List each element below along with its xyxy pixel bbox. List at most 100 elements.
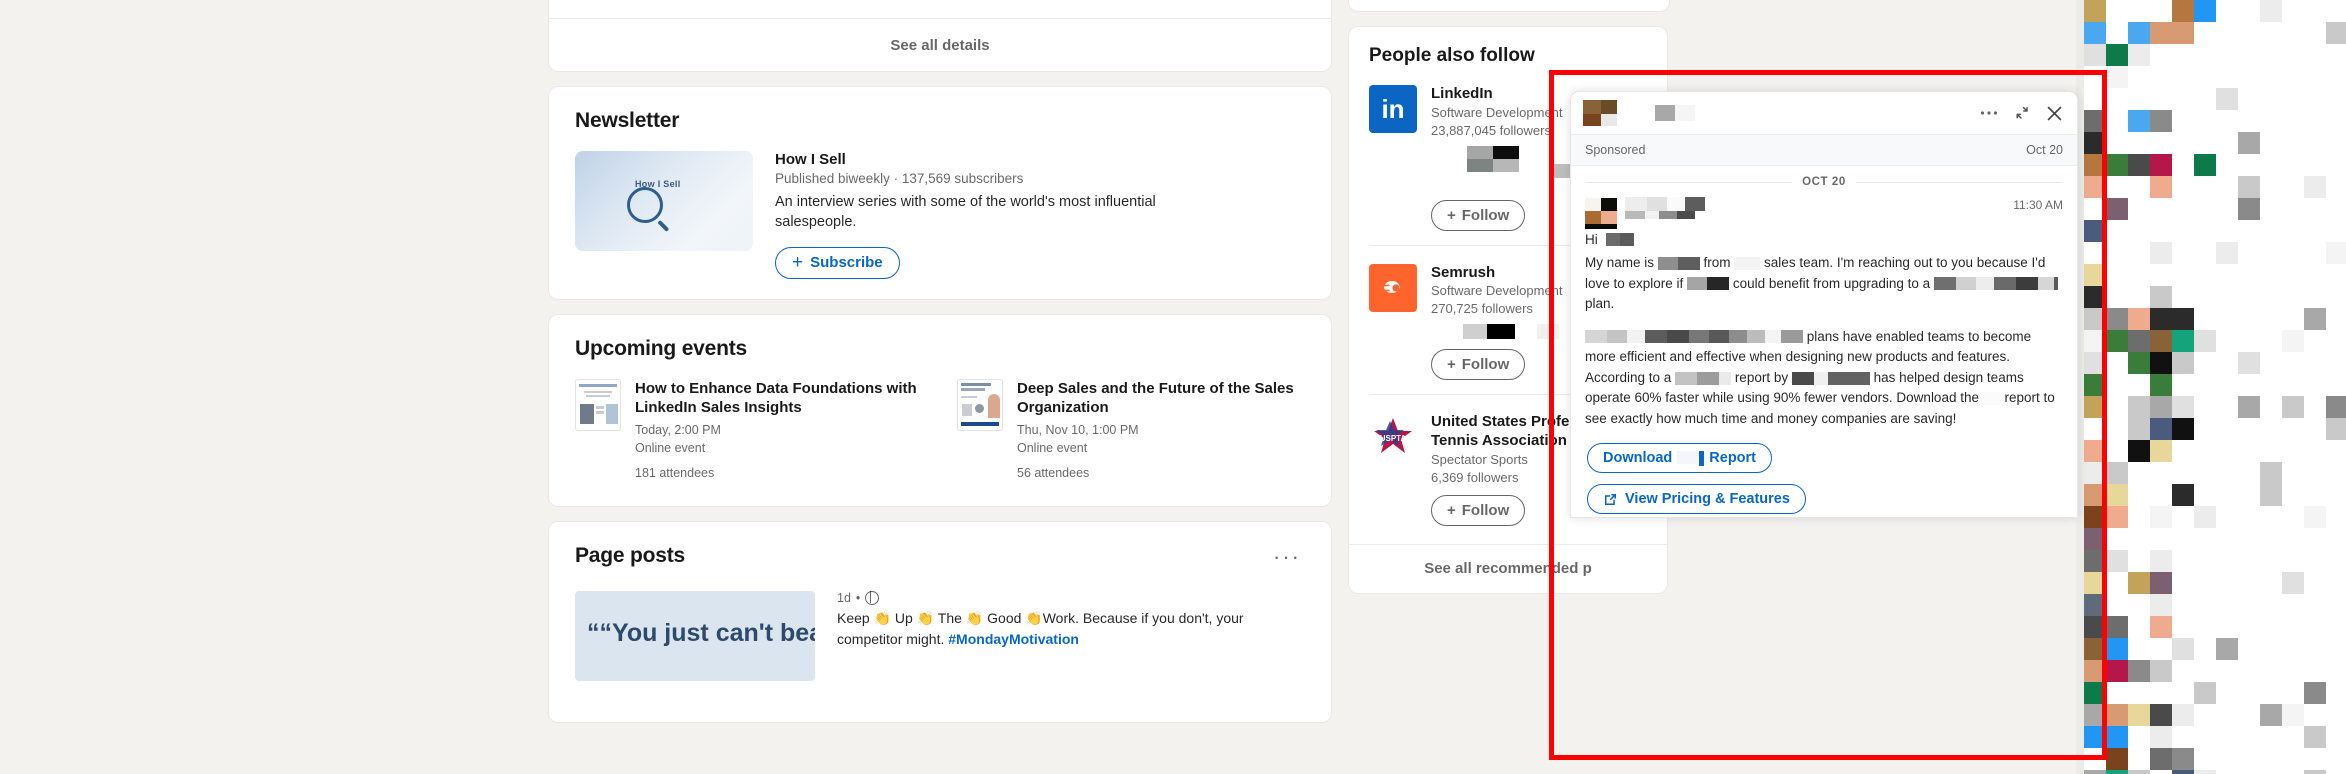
post-body: Keep 👏 Up 👏 The 👏 Good 👏Work. Because if… — [837, 610, 1244, 648]
redacted-inline — [1585, 330, 1803, 344]
svg-text:USPTA: USPTA — [1380, 434, 1407, 443]
post-meta: 1d • — [837, 590, 1305, 606]
redacted-inline — [1697, 371, 1732, 385]
event-title[interactable]: How to Enhance Data Foundations with Lin… — [635, 379, 923, 418]
redacted-avatar — [1583, 100, 1617, 126]
view-pricing-label: View Pricing & Features — [1625, 491, 1790, 508]
sponsored-date: Oct 20 — [2026, 143, 2063, 157]
newsletter-description: An interview series with some of the wor… — [775, 194, 1156, 231]
newsletter-title[interactable]: How I Sell — [775, 151, 1215, 168]
clap-emoji: 👏 — [1025, 610, 1043, 627]
sponsored-bar: Sponsored Oct 20 — [1571, 134, 2077, 166]
events-heading: Upcoming events — [575, 336, 748, 360]
follow-label: Follow — [1461, 501, 1510, 519]
redacted-inline — [1657, 256, 1700, 270]
redacted-inline — [1791, 371, 1870, 385]
entity-name[interactable]: United States Profes Tennis Association — [1431, 413, 1579, 451]
follow-button[interactable]: + Follow — [1431, 494, 1526, 526]
event-attendees: 181 attendees — [635, 465, 715, 480]
follow-button[interactable]: + Follow — [1431, 199, 1526, 231]
message-time: 11:30 AM — [2013, 198, 2063, 212]
plus-icon: + — [1447, 501, 1456, 519]
event-attendees: 56 attendees — [1017, 465, 1090, 480]
message-panel-header — [1571, 92, 2077, 134]
clap-emoji: 👏 — [965, 610, 984, 627]
message-greeting: Hi — [1585, 232, 1598, 247]
subscribe-button[interactable]: + Subscribe — [775, 246, 900, 279]
upcoming-events-card: Upcoming events How to Enhance Data Foun… — [548, 313, 1332, 507]
page-background-left — [0, 0, 548, 774]
event-thumbnail — [957, 378, 1003, 431]
more-options-icon[interactable] — [1980, 110, 1998, 116]
event-when: Thu, Nov 10, 1:00 PM — [1017, 422, 1139, 437]
event-title[interactable]: Deep Sales and the Future of the Sales O… — [1017, 379, 1305, 418]
logo-text: in — [1381, 94, 1405, 124]
date-separator-label: OCT 20 — [1802, 176, 1846, 188]
follow-label: Follow — [1461, 356, 1510, 374]
newsletter-thumbnail: How I Sell — [575, 151, 753, 252]
redacted-block — [1463, 324, 1559, 340]
redacted-inline — [1675, 371, 1698, 385]
subscribe-label: Subscribe — [810, 254, 883, 272]
post-hashtag[interactable]: #MondayMotivation — [948, 631, 1079, 647]
message-body: 11:30 AM Hi My name is from sales team. … — [1571, 194, 2077, 517]
event-thumbnail — [575, 378, 621, 431]
event-item[interactable]: How to Enhance Data Foundations with Lin… — [575, 378, 923, 480]
date-separator-line-right — [1855, 181, 2063, 183]
post-age: 1d — [837, 591, 851, 606]
redacted-inline — [1687, 277, 1730, 291]
redacted-inline — [1933, 277, 2058, 291]
redacted-inline — [1982, 392, 2001, 406]
post-thumbnail[interactable]: ““You just can't beat — [575, 591, 815, 682]
page-posts-more-icon[interactable]: ··· — [1269, 544, 1305, 569]
external-link-icon — [1603, 492, 1618, 507]
post-dot: • — [855, 591, 861, 606]
redacted-sender-name — [1655, 105, 1695, 121]
sponsored-label: Sponsored — [1585, 143, 1646, 157]
download-label: Download — [1603, 450, 1673, 467]
minimize-icon[interactable] — [2014, 105, 2030, 121]
entity-followers: 6,369 followers — [1431, 469, 1519, 485]
report-label: Report — [1709, 450, 1757, 467]
globe-icon — [865, 590, 880, 606]
newsletter-card: Newsletter How I Sell How I Sell Publish… — [548, 86, 1332, 300]
plus-icon: + — [1447, 206, 1456, 224]
redacted-name — [1605, 233, 1634, 246]
download-report-button[interactable]: Download Report — [1587, 443, 1773, 474]
redacted-right-column — [2084, 0, 2346, 774]
plus-icon: + — [792, 251, 804, 273]
redacted-block — [1467, 145, 1519, 172]
page-posts-heading: Page posts — [575, 543, 686, 567]
message-cta-group: Download Report View Pricing & Features — [1585, 441, 2063, 515]
see-all-details-button[interactable]: See all details — [549, 19, 1331, 71]
about-card: About Creating opportunities for the wor… — [548, 0, 1332, 73]
redacted-inline — [1734, 256, 1761, 270]
date-separator: OCT 20 — [1571, 166, 2077, 194]
view-pricing-features-button[interactable]: View Pricing & Features — [1587, 484, 1806, 515]
semrush-logo-icon — [1369, 263, 1417, 312]
follow-label: Follow — [1461, 206, 1510, 224]
newsletter-meta: Published biweekly · 137,569 subscribers — [775, 171, 1024, 187]
post-thumb-text: ““You just can't beat — [587, 619, 815, 648]
entity-industry: Spectator Sports — [1431, 451, 1528, 467]
message-paragraph-1: My name is from sales team. I'm reaching… — [1585, 253, 2063, 315]
message-sender-row: 11:30 AM — [1585, 196, 2063, 229]
see-all-recommended-pages-button[interactable]: See all recommended p — [1349, 543, 1667, 593]
newsletter-heading: Newsletter — [575, 109, 680, 133]
follow-button[interactable]: + Follow — [1431, 349, 1526, 381]
event-when: Today, 2:00 PM — [635, 422, 721, 437]
date-separator-line-left — [1585, 181, 1793, 183]
redacted-sender-name — [1625, 197, 1705, 219]
newsletter-thumb-label: How I Sell — [635, 179, 681, 190]
clap-emoji: 👏 — [873, 610, 892, 627]
message-paragraph-2: plans have enabled teams to become more … — [1585, 328, 2055, 426]
partial-top-card: + Follow — [1348, 0, 1670, 12]
close-icon[interactable] — [2046, 105, 2063, 122]
redacted-inline — [1677, 450, 1705, 466]
people-also-follow-heading: People also follow — [1369, 45, 1535, 66]
event-kind: Online event — [1017, 440, 1088, 455]
sponsored-message-panel: Sponsored Oct 20 OCT 20 11:30 AM Hi My n… — [1570, 91, 2078, 518]
clap-emoji: 👏 — [916, 610, 935, 627]
event-item[interactable]: Deep Sales and the Future of the Sales O… — [957, 378, 1305, 480]
page-posts-card: Page posts ··· ““You just can't beat 1d … — [548, 520, 1332, 723]
